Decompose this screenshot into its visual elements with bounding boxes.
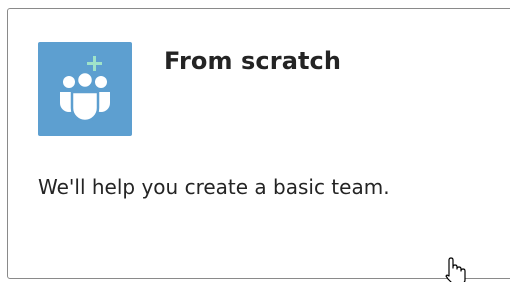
page: From scratch We'll help you create a bas…	[0, 0, 510, 282]
card-title: From scratch	[164, 47, 342, 75]
hand-pointer-icon	[445, 257, 466, 282]
from-scratch-card[interactable]: From scratch We'll help you create a bas…	[7, 8, 510, 279]
team-add-icon	[60, 56, 110, 123]
card-description: We'll help you create a basic team.	[38, 175, 390, 199]
team-tile	[38, 42, 132, 136]
